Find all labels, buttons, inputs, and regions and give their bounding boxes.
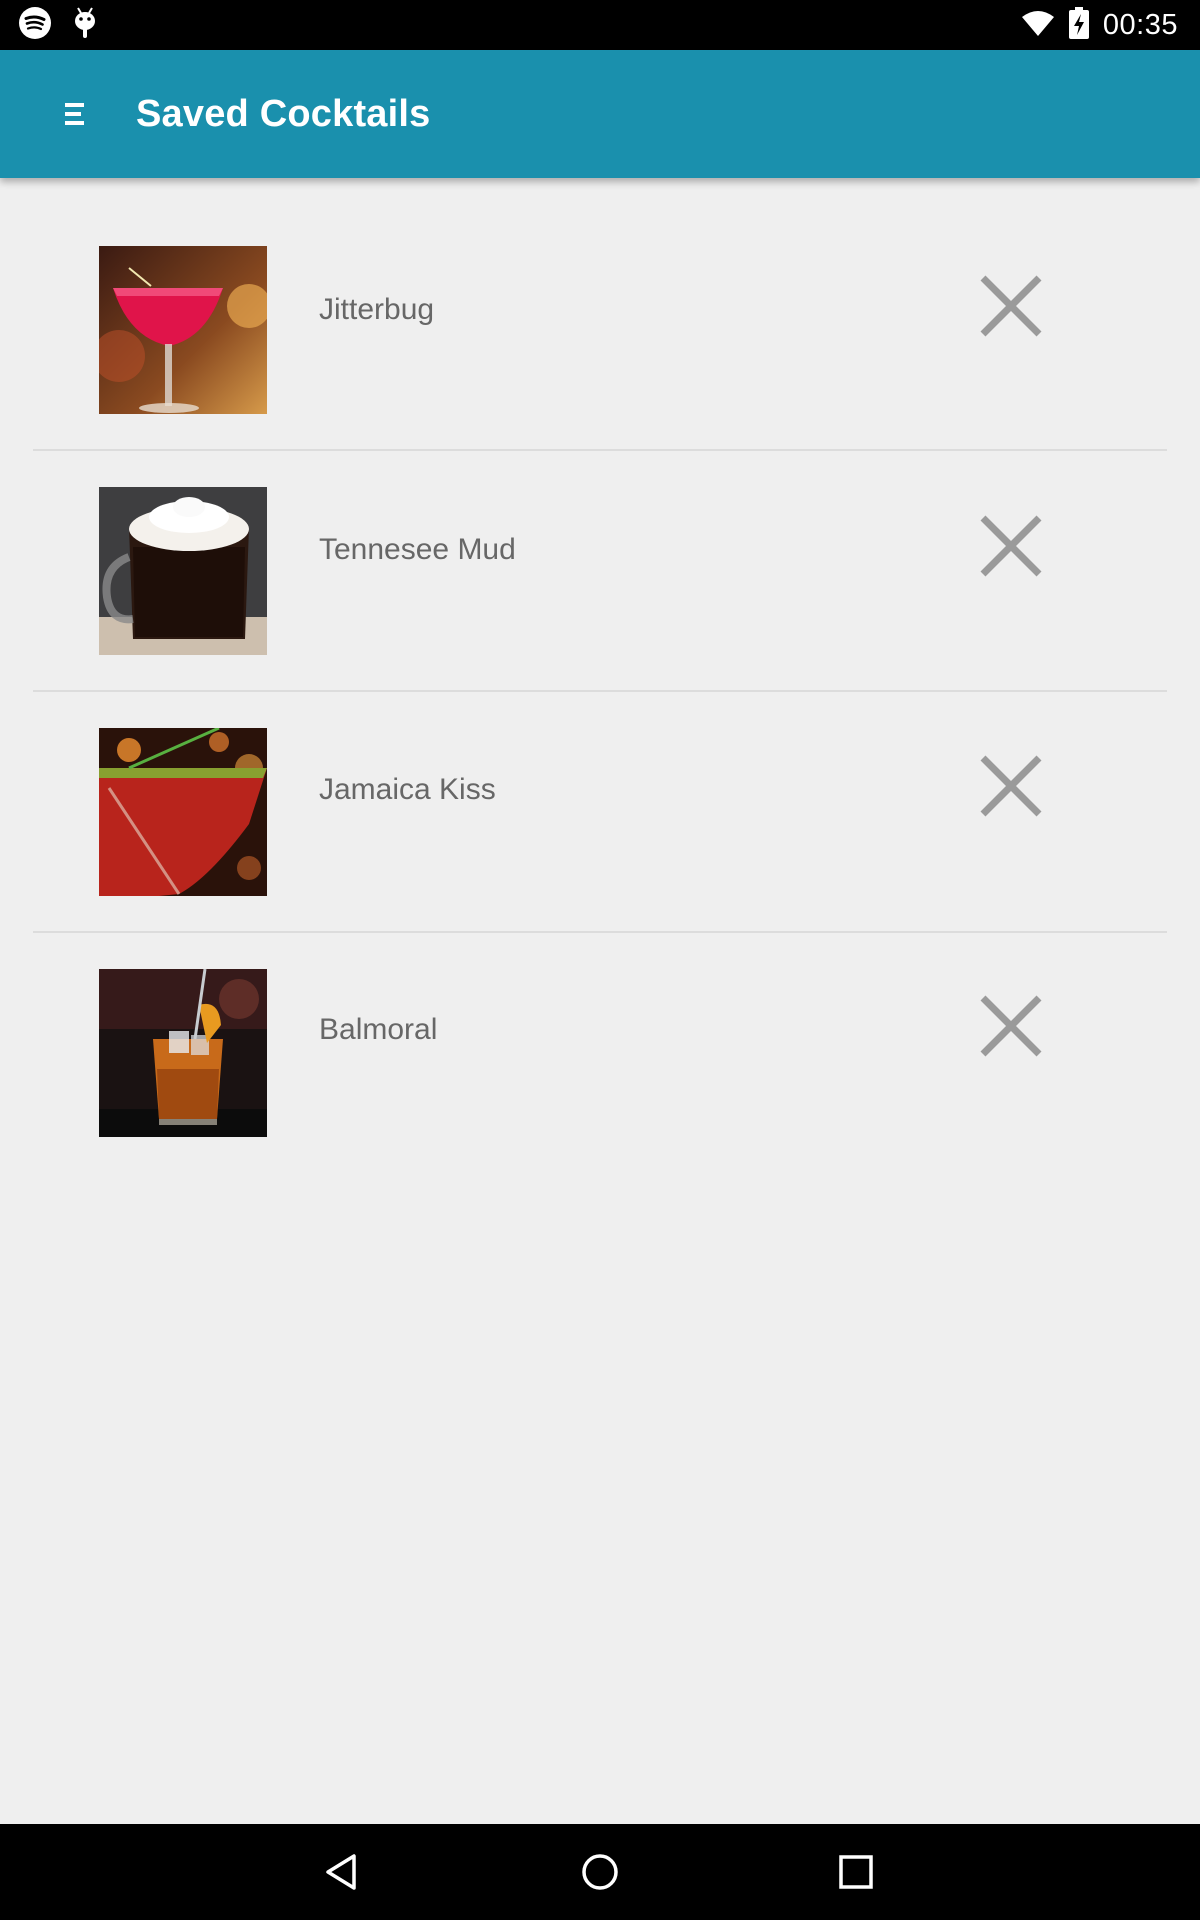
cocktail-image bbox=[99, 728, 267, 896]
cocktail-image bbox=[99, 969, 267, 1137]
status-notifications bbox=[18, 6, 100, 45]
cocktail-name: Balmoral bbox=[319, 1013, 438, 1046]
list-item[interactable]: Jitterbug bbox=[0, 178, 1200, 418]
page-title: Saved Cocktails bbox=[136, 93, 431, 135]
remove-button[interactable] bbox=[975, 750, 1047, 822]
navigation-bar bbox=[0, 1824, 1200, 1920]
close-icon bbox=[980, 275, 1042, 337]
close-icon bbox=[980, 515, 1042, 577]
cocktail-name: Jamaica Kiss bbox=[319, 773, 496, 806]
app-bar: Saved Cocktails bbox=[0, 50, 1200, 178]
close-icon bbox=[980, 995, 1042, 1057]
wifi-icon bbox=[1021, 9, 1055, 42]
cocktail-image bbox=[99, 487, 267, 655]
spotify-icon bbox=[18, 6, 52, 45]
recents-button[interactable] bbox=[828, 1844, 884, 1900]
list-item[interactable]: Jamaica Kiss bbox=[0, 658, 1200, 898]
android-debug-icon bbox=[70, 6, 100, 45]
remove-button[interactable] bbox=[975, 270, 1047, 342]
cocktail-image bbox=[99, 246, 267, 414]
home-icon bbox=[582, 1854, 618, 1890]
home-button[interactable] bbox=[572, 1844, 628, 1900]
remove-button[interactable] bbox=[975, 510, 1047, 582]
cocktail-name: Jitterbug bbox=[319, 293, 435, 326]
list-item[interactable]: Balmoral bbox=[0, 898, 1200, 1138]
clock: 00:35 bbox=[1102, 8, 1178, 41]
hamburger-menu-icon bbox=[65, 103, 84, 125]
battery-charging-icon bbox=[1068, 6, 1089, 44]
menu-button[interactable] bbox=[52, 90, 100, 138]
remove-button[interactable] bbox=[975, 990, 1047, 1062]
close-icon bbox=[980, 755, 1042, 817]
list-item[interactable]: Tennesee Mud bbox=[0, 418, 1200, 658]
back-icon bbox=[326, 1854, 356, 1890]
back-button[interactable] bbox=[316, 1844, 372, 1900]
status-system: 00:35 bbox=[1021, 0, 1178, 50]
status-bar: 00:35 bbox=[0, 0, 1200, 50]
cocktail-name: Tennesee Mud bbox=[319, 533, 516, 566]
recents-icon bbox=[839, 1855, 873, 1889]
saved-cocktails-list: Jitterbug Tennesee Mud Jamaica Kiss Balm… bbox=[0, 178, 1200, 1138]
